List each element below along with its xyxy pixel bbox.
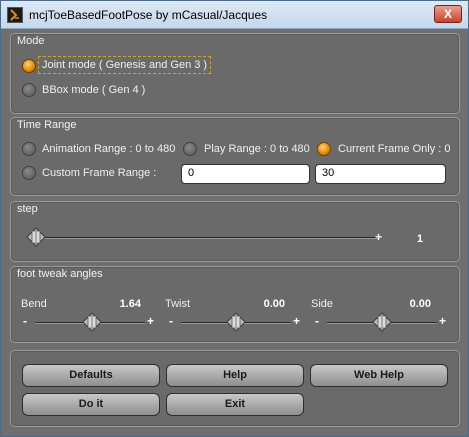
do-it-button[interactable]: Do it	[22, 393, 160, 416]
radio-joint-mode[interactable]	[22, 59, 36, 73]
radio-custom-range-label[interactable]: Custom Frame Range :	[42, 167, 156, 179]
radio-joint-mode-label[interactable]: Joint mode ( Genesis and Gen 3 )	[38, 56, 212, 74]
bend-label: Bend	[21, 298, 47, 310]
step-group: step + 1	[10, 201, 460, 262]
side-slider-thumb[interactable]	[372, 312, 392, 332]
side-minus-icon[interactable]: -	[315, 314, 319, 328]
mode-group: Mode Joint mode ( Genesis and Gen 3 ) BB…	[10, 33, 460, 114]
step-plus-icon[interactable]: +	[375, 230, 382, 244]
bend-slider-thumb[interactable]	[82, 312, 102, 332]
bend-plus-icon[interactable]: +	[147, 314, 154, 328]
twist-minus-icon[interactable]: -	[169, 314, 173, 328]
twist-value: 0.00	[263, 298, 285, 310]
step-slider-thumb[interactable]	[26, 227, 46, 247]
foot-tweak-group-title: foot tweak angles	[17, 268, 103, 280]
radio-animation-range[interactable]	[22, 142, 36, 156]
range-end-field[interactable]: 30	[315, 164, 446, 184]
title-bar[interactable]: mcjToeBasedFootPose by mCasual/Jacques X	[1, 1, 468, 29]
twist-plus-icon[interactable]: +	[293, 314, 300, 328]
dialog-window: mcjToeBasedFootPose by mCasual/Jacques X…	[0, 0, 469, 437]
time-range-group: Time Range Animation Range : 0 to 480 Pl…	[10, 117, 460, 196]
mode-group-title: Mode	[17, 35, 45, 47]
app-icon	[7, 7, 23, 23]
web-help-button[interactable]: Web Help	[310, 364, 448, 387]
radio-bbox-mode[interactable]	[22, 83, 36, 97]
window-title: mcjToeBasedFootPose by mCasual/Jacques	[29, 8, 268, 22]
radio-custom-range[interactable]	[22, 166, 36, 180]
bend-value: 1.64	[119, 298, 141, 310]
side-plus-icon[interactable]: +	[439, 314, 446, 328]
side-label: Side	[311, 298, 334, 310]
buttons-group: Defaults Help Web Help Do it Exit	[10, 350, 460, 427]
defaults-button[interactable]: Defaults	[22, 364, 160, 387]
time-range-group-title: Time Range	[17, 119, 77, 131]
radio-play-range-label[interactable]: Play Range : 0 to 480	[204, 143, 310, 155]
step-slider-track[interactable]	[29, 237, 379, 239]
side-value: 0.00	[409, 298, 431, 310]
foot-tweak-group: foot tweak angles Bend 1.64 - + Twist 0.…	[10, 266, 460, 343]
exit-button[interactable]: Exit	[166, 393, 304, 416]
close-icon: X	[443, 7, 452, 21]
bend-minus-icon[interactable]: -	[23, 314, 27, 328]
radio-animation-range-label[interactable]: Animation Range : 0 to 480	[42, 143, 175, 155]
step-value: 1	[416, 233, 423, 245]
step-group-title: step	[17, 203, 38, 215]
close-button[interactable]: X	[434, 5, 462, 23]
twist-label: Twist	[165, 298, 191, 310]
help-button[interactable]: Help	[166, 364, 304, 387]
radio-play-range[interactable]	[183, 142, 197, 156]
twist-slider-thumb[interactable]	[226, 312, 246, 332]
radio-bbox-mode-label[interactable]: BBox mode ( Gen 4 )	[42, 84, 145, 96]
radio-current-frame[interactable]	[317, 142, 331, 156]
range-start-field[interactable]: 0	[181, 164, 310, 184]
radio-current-frame-label[interactable]: Current Frame Only : 0	[338, 143, 450, 155]
